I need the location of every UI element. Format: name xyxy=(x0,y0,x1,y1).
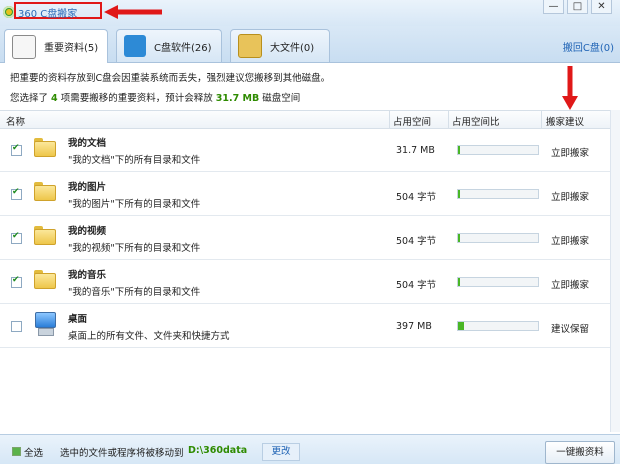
select-all-checkbox[interactable] xyxy=(12,447,21,456)
table-row[interactable]: 我的图片 "我的图片"下所有的目录和文件 504 字节 立即搬家 xyxy=(0,172,610,216)
row-name: 我的视频 xyxy=(68,226,107,237)
close-button[interactable]: ✕ xyxy=(591,0,612,14)
header-suggestion[interactable]: 搬家建议 xyxy=(546,114,584,128)
row-size: 504 字节 xyxy=(396,192,437,203)
target-path: D:\360data xyxy=(188,445,248,456)
row-checkbox[interactable] xyxy=(11,187,22,200)
restore-to-c-link[interactable]: 搬回C盘(0) xyxy=(563,39,614,54)
row-desc: 桌面上的所有文件、文件夹和快捷方式 xyxy=(68,331,230,342)
annotation-arrow-down-icon xyxy=(562,66,578,110)
annotation-arrow-left-icon xyxy=(104,5,162,19)
usage-bar-fill xyxy=(458,322,465,330)
minimize-button[interactable]: — xyxy=(543,0,564,14)
usage-bar xyxy=(457,321,539,331)
row-suggestion: 立即搬家 xyxy=(551,192,590,203)
table-row[interactable]: 桌面 桌面上的所有文件、文件夹和快捷方式 397 MB 建议保留 xyxy=(0,304,610,348)
usage-bar-fill xyxy=(458,190,460,198)
desktop-computer-icon xyxy=(32,312,56,336)
tab-label: 重要资料(5) xyxy=(44,43,99,54)
info-panel: 把重要的资料存放到C盘会因重装系统而丢失，强烈建议您搬移到其他磁盘。 您选择了 … xyxy=(0,63,620,110)
row-size: 31.7 MB xyxy=(396,145,435,156)
row-desc: "我的图片"下所有的目录和文件 xyxy=(68,199,201,210)
row-size: 397 MB xyxy=(396,321,432,332)
usage-bar xyxy=(457,145,539,155)
folder-icon xyxy=(34,182,56,202)
usage-bar-fill xyxy=(458,146,461,154)
tab-label: C盘软件(26) xyxy=(154,42,212,54)
row-desc: "我的文档"下的所有目录和文件 xyxy=(68,155,201,166)
row-checkbox[interactable] xyxy=(11,231,22,244)
row-name: 桌面 xyxy=(68,314,88,325)
one-click-move-button[interactable]: 一键搬资料 xyxy=(545,441,615,464)
header-size[interactable]: 占用空间 xyxy=(393,114,431,128)
tab-c-drive-software[interactable]: C盘软件(26) xyxy=(116,29,222,62)
usage-bar-fill xyxy=(458,278,460,286)
row-size: 504 字节 xyxy=(396,236,437,247)
usage-bar-fill xyxy=(458,234,460,242)
row-checkbox[interactable] xyxy=(11,321,22,332)
selected-count: 4 xyxy=(51,93,58,104)
row-desc: "我的视频"下所有的目录和文件 xyxy=(68,243,201,254)
title-bar: 360 C盘搬家 — □ ✕ xyxy=(0,0,620,26)
row-name: 我的图片 xyxy=(68,182,107,193)
row-suggestion: 立即搬家 xyxy=(551,148,590,159)
folder-icon xyxy=(34,270,56,290)
row-checkbox[interactable] xyxy=(11,143,22,156)
row-desc: "我的音乐"下所有的目录和文件 xyxy=(68,287,201,298)
table-row[interactable]: 我的音乐 "我的音乐"下所有的目录和文件 504 字节 立即搬家 xyxy=(0,260,610,304)
row-checkbox[interactable] xyxy=(11,275,22,288)
footer-bar: 全选 选中的文件或程序将被移动到 D:\360data 更改 一键搬资料 xyxy=(0,434,620,464)
header-name[interactable]: 名称 xyxy=(6,114,25,128)
table-header: 名称 占用空间 占用空间比 搬家建议 xyxy=(0,110,610,129)
header-ratio[interactable]: 占用空间比 xyxy=(452,114,500,128)
info-summary: 您选择了 4 项需要搬移的重要资料，预计会释放 31.7 MB 磁盘空间 xyxy=(10,93,301,104)
maximize-button[interactable]: □ xyxy=(567,0,588,14)
folder-icon xyxy=(34,138,56,158)
release-size: 31.7 MB xyxy=(215,93,260,104)
usage-bar xyxy=(457,233,539,243)
large-files-icon xyxy=(238,34,262,58)
usage-bar xyxy=(457,189,539,199)
table-row[interactable]: 我的文档 "我的文档"下的所有目录和文件 31.7 MB 立即搬家 xyxy=(0,128,610,172)
vertical-scrollbar[interactable] xyxy=(610,110,620,432)
row-suggestion: 立即搬家 xyxy=(551,280,590,291)
row-suggestion: 建议保留 xyxy=(551,324,590,335)
folder-icon xyxy=(34,226,56,246)
change-path-button[interactable]: 更改 xyxy=(262,443,300,461)
table-row[interactable]: 我的视频 "我的视频"下所有的目录和文件 504 字节 立即搬家 xyxy=(0,216,610,260)
tab-bar: 重要资料(5) C盘软件(26) 大文件(0) 搬回C盘(0) xyxy=(0,26,620,63)
move-target-hint: 选中的文件或程序将被移动到 xyxy=(60,448,184,459)
tab-large-files[interactable]: 大文件(0) xyxy=(230,29,330,62)
row-size: 504 字节 xyxy=(396,280,437,291)
row-name: 我的音乐 xyxy=(68,270,107,281)
tab-label: 大文件(0) xyxy=(270,42,315,54)
c-drive-software-icon xyxy=(124,35,146,57)
select-all-label[interactable]: 全选 xyxy=(24,445,43,459)
info-warning-text: 把重要的资料存放到C盘会因重装系统而丢失，强烈建议您搬移到其他磁盘。 xyxy=(10,73,331,84)
usage-bar xyxy=(457,277,539,287)
row-name: 我的文档 xyxy=(68,138,107,149)
important-docs-icon xyxy=(12,34,36,59)
window-title: 360 C盘搬家 xyxy=(18,9,78,20)
row-suggestion: 立即搬家 xyxy=(551,236,590,247)
tab-important-docs[interactable]: 重要资料(5) xyxy=(4,29,108,63)
